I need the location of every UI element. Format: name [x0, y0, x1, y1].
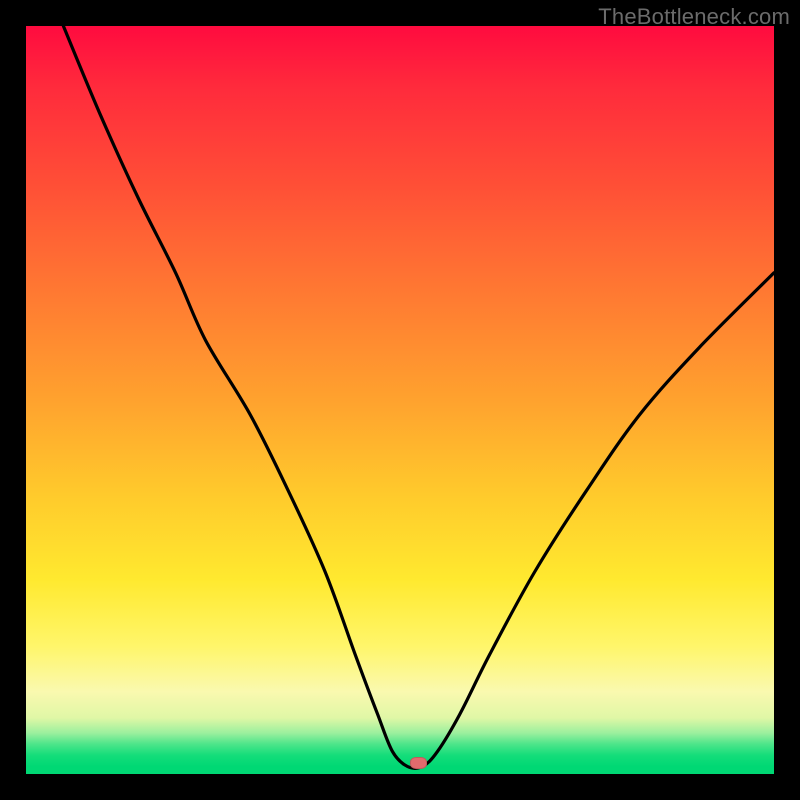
- chart-frame: TheBottleneck.com: [0, 0, 800, 800]
- plot-area: [26, 26, 774, 774]
- bottleneck-curve: [26, 26, 774, 774]
- optimal-point-marker: [410, 757, 427, 769]
- watermark-text: TheBottleneck.com: [598, 4, 790, 30]
